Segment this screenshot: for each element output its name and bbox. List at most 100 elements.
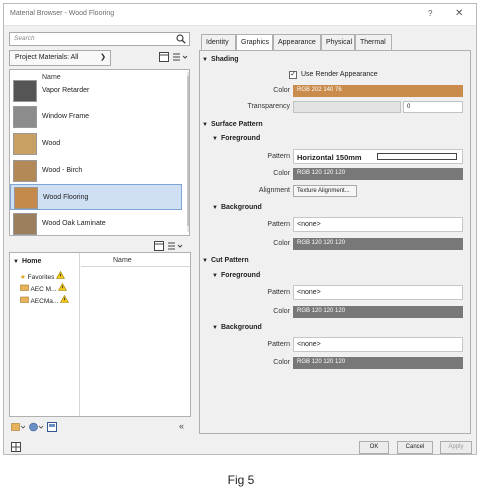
section-heading: Foreground [220,272,261,279]
transparency-input[interactable]: 0 [403,101,463,113]
surface-pattern-section[interactable]: ▼ Surface Pattern [202,121,263,128]
cut-bg-pattern-field[interactable]: <none> [293,337,463,352]
cut-foreground-section[interactable]: ▼ Foreground [212,272,260,279]
library-contents-header: Name [81,253,190,267]
tree-item-aec-materials[interactable]: AEC M... [20,282,68,293]
material-item-vapor-retarder[interactable]: Vapor Retarder [10,78,182,104]
cut-fg-color-swatch[interactable]: RGB 120 120 120 [293,306,463,318]
create-material-icon[interactable] [29,422,44,434]
material-browser-window: Material Browser - Wood Flooring ? ✕ Sea… [3,3,477,455]
cut-background-section[interactable]: ▼ Background [212,324,262,331]
surface-foreground-section[interactable]: ▼ Foreground [212,135,260,142]
surface-fg-pattern-field[interactable]: Horizontal 150mm [293,149,463,164]
surface-fg-color-swatch[interactable]: RGB 120 120 120 [293,168,463,180]
tab-graphics[interactable]: Graphics [236,34,273,51]
cancel-button[interactable]: Cancel [397,441,433,454]
tab-label: Thermal [360,39,386,46]
cut-fg-color-label: Color [273,308,290,315]
library-manager-icon[interactable] [11,442,21,454]
section-heading: Cut Pattern [210,257,249,264]
collapse-triangle-icon: ▼ [212,136,218,142]
material-label: Window Frame [42,113,90,120]
view-panel-icon[interactable] [159,52,169,64]
material-label: Wood Oak Laminate [42,220,106,227]
cut-bg-color-swatch[interactable]: RGB 120 120 120 [293,357,463,369]
cut-bg-pattern-label: Pattern [267,341,290,348]
color-value: RGB 120 120 120 [297,170,346,176]
open-library-icon[interactable] [11,422,26,434]
section-heading: Background [220,204,262,211]
library-bottom-toolbar: « [9,421,191,434]
shading-color-swatch[interactable]: RGB 202 140 76 [293,85,463,97]
material-swatch [13,106,37,128]
transparency-slider[interactable] [293,101,401,113]
material-item-window-frame[interactable]: Window Frame [10,104,182,130]
material-item-wood-oak-laminate[interactable]: Wood Oak Laminate [10,211,182,235]
button-label: Texture Alignment... [297,188,350,194]
tab-label: Appearance [278,39,316,46]
surface-background-section[interactable]: ▼ Background [212,204,262,211]
material-item-wood-birch[interactable]: Wood - Birch [10,158,182,184]
tab-label: Graphics [241,39,270,46]
color-value: RGB 202 140 76 [297,87,342,93]
title-bar: Material Browser - Wood Flooring ? ✕ [4,4,476,26]
section-heading: Surface Pattern [210,121,263,128]
window-title: Material Browser - Wood Flooring [10,10,115,17]
button-label: Apply [448,444,464,450]
material-item-wood-flooring[interactable]: Wood Flooring [10,184,182,210]
tab-appearance[interactable]: Appearance [273,34,321,50]
shading-section[interactable]: ▼ Shading [202,56,239,63]
transparency-value: 0 [407,104,411,110]
use-render-appearance-checkbox[interactable]: ✓ [289,71,297,79]
material-label: Wood Flooring [43,194,89,201]
scrollbar-thumb[interactable] [187,76,189,226]
texture-alignment-button[interactable]: Texture Alignment... [293,185,357,197]
list-view-icon[interactable] [172,52,188,64]
material-item-wood[interactable]: Wood [10,131,182,157]
figure-caption: Fig 5 [227,473,255,487]
close-button[interactable]: ✕ [455,8,463,19]
surface-bg-pattern-field[interactable]: <none> [293,217,463,232]
material-swatch [14,187,38,209]
transparency-label: Transparency [247,103,290,110]
tab-identity[interactable]: Identity [201,34,236,50]
project-materials-dropdown[interactable]: Project Materials: All ❯ [9,50,111,66]
collapse-triangle-icon: ▼ [202,122,208,128]
graphics-properties-panel: ▼ Shading ✓ Use Render Appearance Color R… [199,50,471,434]
cut-bg-color-label: Color [273,359,290,366]
cut-pattern-section[interactable]: ▼ Cut Pattern [202,257,249,264]
tree-item-aec-material-library[interactable]: AECMa... [20,294,70,305]
tree-item-favorites[interactable]: ★ Favorites [20,270,66,281]
project-materials-label: Project Materials: All [15,54,79,61]
search-icon[interactable] [176,34,186,46]
collapse-triangle-icon: ▼ [212,273,218,279]
cut-fg-pattern-field[interactable]: <none> [293,285,463,300]
surface-bg-color-swatch[interactable]: RGB 120 120 120 [293,238,463,250]
alignment-label: Alignment [258,187,290,194]
help-button[interactable]: ? [428,9,432,18]
library-tree: ▼ Home ★ Favorites AEC M... AECMa... [10,253,80,416]
warning-icon [58,282,68,293]
tab-physical[interactable]: Physical [321,34,355,50]
tab-thermal[interactable]: Thermal [355,34,392,50]
folder-icon [20,296,29,305]
surface-fg-pattern-label: Pattern [267,153,290,160]
surface-bg-pattern-label: Pattern [267,221,290,228]
material-label: Wood - Birch [42,167,83,174]
button-label: Cancel [405,444,425,450]
material-swatch [13,160,37,182]
ok-button[interactable]: OK [359,441,389,454]
collapse-panel-icon[interactable]: « [179,421,184,431]
material-editor-icon[interactable] [47,422,57,434]
material-label: Wood [42,140,61,147]
material-list-scrollbar[interactable] [187,72,189,232]
apply-button[interactable]: Apply [440,441,472,454]
pattern-preview [377,153,457,160]
search-input[interactable]: Search [9,32,190,46]
tree-home[interactable]: ▼ Home [13,258,41,265]
pattern-value: <none> [297,289,321,296]
material-list: Name Vapor Retarder Window Frame Wood Wo… [9,69,190,236]
library-contents-name-header: Name [113,257,132,264]
tab-label: Identity [206,39,229,46]
search-placeholder: Search [14,35,35,42]
